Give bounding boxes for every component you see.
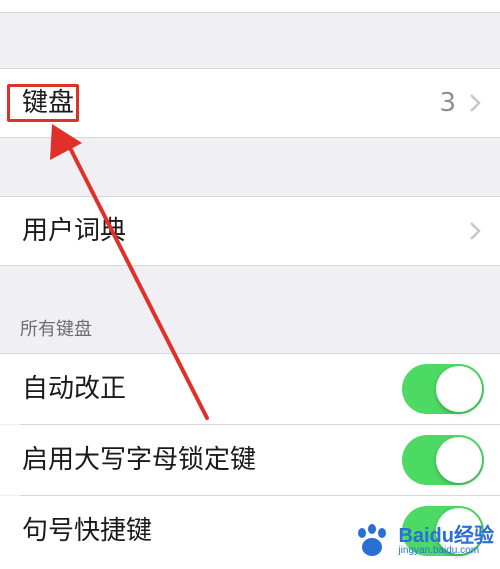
caps-lock-row: 启用大写字母锁定键 xyxy=(0,425,500,495)
chevron-right-icon xyxy=(470,222,481,240)
period-shortcut-label: 句号快捷键 xyxy=(22,516,153,546)
caps-lock-toggle[interactable] xyxy=(402,435,484,485)
auto-correction-label: 自动改正 xyxy=(22,374,127,404)
chevron-right-icon xyxy=(470,94,481,112)
top-partial-row xyxy=(0,0,500,12)
user-dictionary-label: 用户词典 xyxy=(22,216,127,246)
keyboard-highlight-box xyxy=(7,84,79,122)
baidu-watermark: Baidu经验 jingyan.baidu.com xyxy=(352,523,494,559)
user-dictionary-row[interactable]: 用户词典 xyxy=(0,197,500,265)
watermark-subtitle: jingyan.baidu.com xyxy=(398,545,480,556)
divider xyxy=(0,12,500,13)
watermark-title: Baidu经验 xyxy=(398,525,494,547)
paw-logo-icon xyxy=(358,524,387,556)
section-header: 所有键盘 xyxy=(20,319,92,340)
auto-correction-toggle[interactable] xyxy=(402,364,484,414)
keyboard-count: 3 xyxy=(439,88,456,118)
toggle-knob xyxy=(436,437,482,483)
caps-lock-label: 启用大写字母锁定键 xyxy=(22,445,257,475)
auto-correction-row: 自动改正 xyxy=(0,354,500,424)
toggle-knob xyxy=(436,366,482,412)
divider xyxy=(0,265,500,266)
divider xyxy=(0,137,500,138)
